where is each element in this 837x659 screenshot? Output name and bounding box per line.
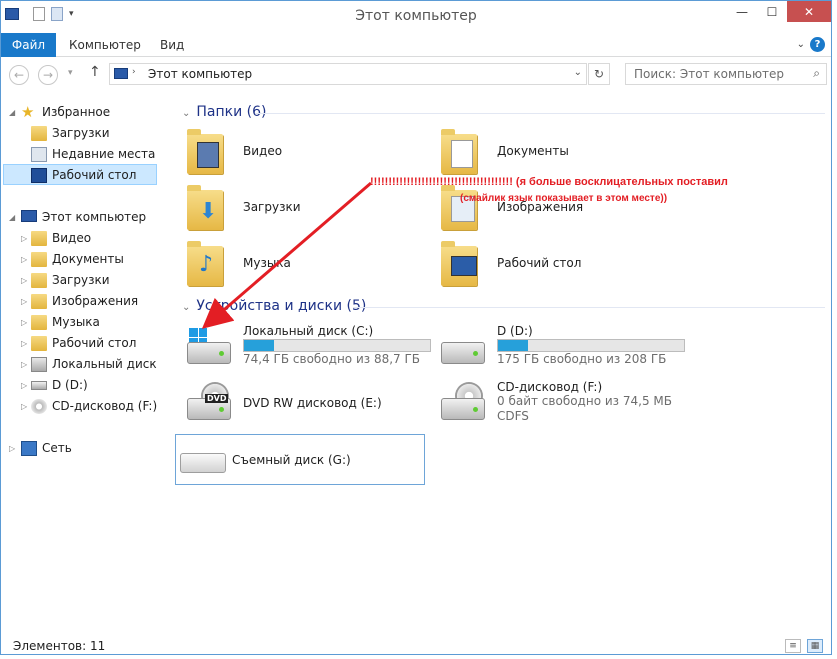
annotation-text-1: !!!!!!!!!!!!!!!!!!!!!!!!!!!!!!!!!!!!!!! …	[370, 176, 728, 188]
item-count: Элементов: 11	[13, 639, 106, 653]
tiles-view-icon[interactable]: ▦	[807, 639, 823, 653]
view-toggle: ≡ ▦	[785, 639, 823, 653]
explorer-window: ▾ Этот компьютер — ☐ ✕ Файл Компьютер Ви…	[0, 0, 832, 655]
annotation-text-2: (смайлик язык показывает в этом месте))	[460, 193, 668, 204]
status-bar: Элементов: 11 ≡ ▦	[1, 639, 831, 655]
annotation-arrow	[201, 181, 372, 329]
details-view-icon[interactable]: ≡	[785, 639, 801, 653]
